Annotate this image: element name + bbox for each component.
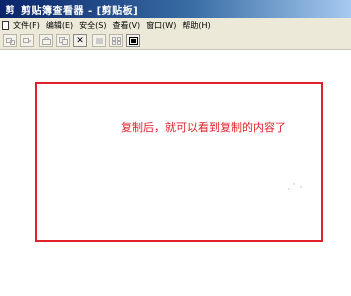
annotation-text: 复制后，就可以看到复制的内容了 [121,121,286,134]
copy-button[interactable] [56,34,70,47]
menu-file[interactable]: 文件(F) [10,18,43,32]
menu-window[interactable]: 窗口(W) [143,18,179,32]
window-title: 剪贴簿查看器 - [剪贴板] [21,5,139,17]
clipboard-content-area[interactable]: 复制后，就可以看到复制的内容了 [0,50,351,296]
clipbook-app-icon: 剪 [5,5,15,16]
thumbnail-view-button[interactable] [109,34,123,47]
full-page-icon [128,36,138,45]
menu-bar: 文件(F) 编辑(E) 安全(S) 查看(V) 窗口(W) 帮助(H) [0,18,351,32]
artifact-speck [300,186,302,188]
table-of-contents-view-button[interactable] [92,34,106,47]
list-view-icon [95,38,103,43]
disconnect-button[interactable] [20,34,34,47]
connect-icon [5,37,15,45]
child-window-document-icon[interactable] [2,20,9,30]
artifact-speck [293,183,295,185]
menu-help[interactable]: 帮助(H) [179,18,213,32]
annotation-highlight-box [35,82,323,242]
disconnect-icon [22,37,31,43]
delete-icon: ✕ [76,35,84,46]
menu-security[interactable]: 安全(S) [76,18,109,32]
share-icon [41,36,51,45]
menu-edit[interactable]: 编辑(E) [43,18,76,32]
toolbar: ✕ [0,32,351,50]
thumbnails-icon [111,36,121,45]
menu-view[interactable]: 查看(V) [109,18,143,32]
full-page-view-button[interactable] [126,34,140,47]
artifact-speck [288,188,290,190]
share-button[interactable] [39,34,53,47]
title-bar: 剪 剪贴簿查看器 - [剪贴板] [0,0,351,18]
delete-button[interactable]: ✕ [73,34,87,47]
copy-icon [58,36,68,45]
connect-button[interactable] [3,34,17,47]
